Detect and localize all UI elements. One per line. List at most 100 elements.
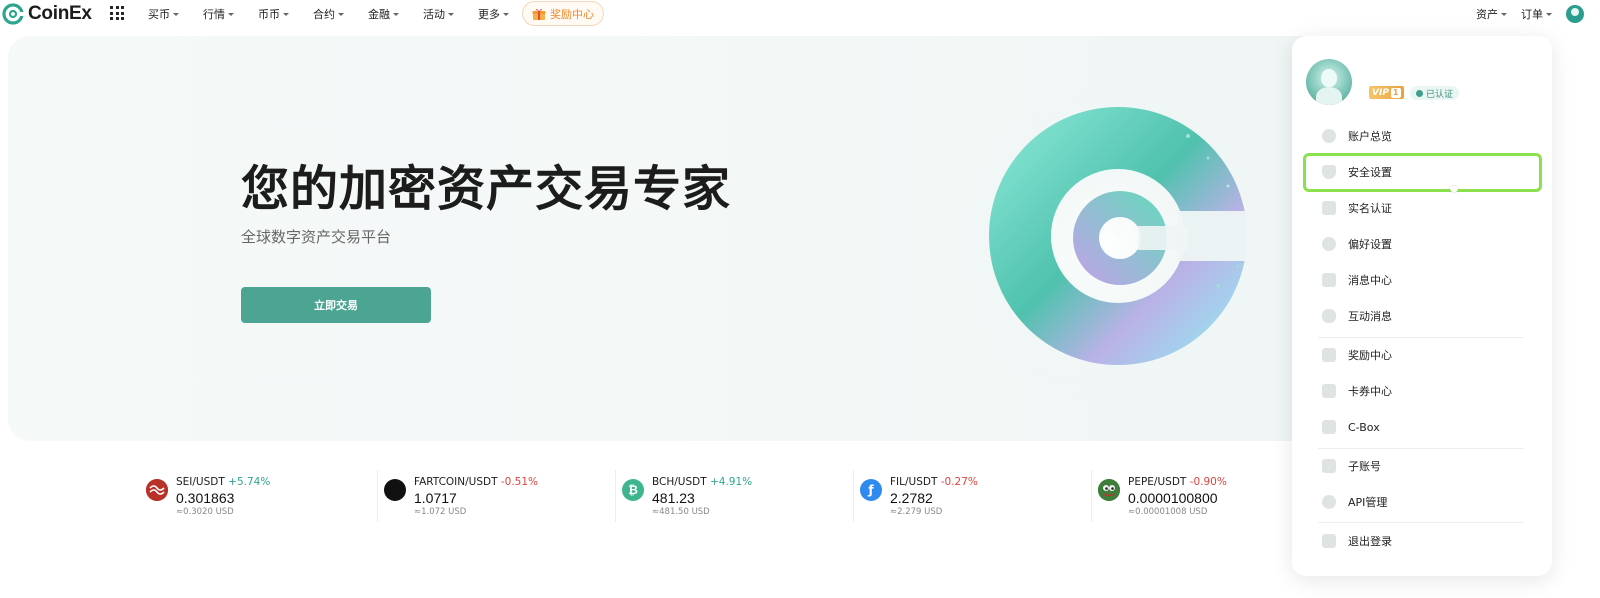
trade-now-button[interactable]: 立即交易 [241,287,431,323]
gift-icon [532,8,546,20]
ticker-item[interactable]: ƒ FIL/USDT -0.27% 2.2782 ≈2.279 USD [854,470,1092,522]
shield-icon [1322,165,1336,179]
menu-item-label: C-Box [1348,420,1380,434]
fartcoin-icon [384,479,406,501]
reward-center-button[interactable]: 奖励中心 [522,1,604,26]
vip-label: VIP [1372,87,1389,98]
sub-account-icon [1322,459,1336,473]
chevron-down-icon [393,13,399,16]
menu-item-api-management[interactable]: API管理 [1308,487,1538,517]
nav-label: 行情 [203,8,225,21]
coinex-logo-icon [2,3,24,25]
nav-label: 更多 [478,8,500,21]
menu-item-sub-account[interactable]: 子账号 [1308,451,1538,481]
menu-item-label: 消息中心 [1348,274,1392,287]
ticker-usd: ≈1.072 USD [414,507,467,517]
menu-item-reward-center[interactable]: 奖励中心 [1308,340,1538,370]
market-ticker-strip: SEI/USDT +5.74% 0.301863 ≈0.3020 USD FAR… [140,470,1330,522]
menu-item-label: 奖励中心 [1348,349,1392,362]
chevron-down-icon [228,13,234,16]
menu-item-interactive-messages[interactable]: 互动消息 [1308,301,1538,331]
brand-name: CoinEx [28,3,92,24]
menu-item-label: 退出登录 [1348,535,1392,548]
nav-spot[interactable]: 币币 [258,6,289,22]
verified-badge: 已认证 [1410,86,1460,100]
ticker-item[interactable]: ₿ BCH/USDT +4.91% 481.23 ≈481.50 USD [616,470,854,522]
ticker-usd: ≈481.50 USD [652,507,710,517]
ticker-usd: ≈2.279 USD [890,507,943,517]
nav-more[interactable]: 更多 [478,6,509,22]
box-icon [1322,420,1336,434]
menu-item-account-overview[interactable]: 账户总览 [1308,121,1538,151]
gift-icon [1322,348,1336,362]
menu-item-label: 账户总览 [1348,130,1392,143]
chevron-down-icon [503,13,509,16]
nav-label: 资产 [1476,8,1498,21]
menu-item-message-center[interactable]: 消息中心 [1308,265,1538,295]
menu-divider [1318,448,1524,449]
ticker-pair: BCH/USDT +4.91% [652,476,753,488]
vip-badge: VIP 1 [1369,86,1404,99]
settings-icon [1322,237,1336,251]
menu-item-identity-verification[interactable]: 实名认证 [1308,193,1538,223]
ticker-change: -0.51% [500,476,539,488]
ticker-change: -0.90% [1189,476,1227,488]
chevron-down-icon [338,13,344,16]
pepe-icon [1098,479,1120,501]
ticker-price: 0.0000100800 [1128,490,1218,506]
pie-chart-icon [1322,129,1336,143]
verified-check-icon [1416,89,1423,97]
chat-icon [1322,309,1336,323]
hero-subtitle: 全球数字资产交易平台 [241,228,392,246]
ticker-price: 2.2782 [890,490,933,506]
nav-markets[interactable]: 行情 [203,6,234,22]
nav-orders[interactable]: 订单 [1521,6,1552,22]
ticker-item[interactable]: FARTCOIN/USDT -0.51% 1.0717 ≈1.072 USD [378,470,616,522]
api-icon [1322,495,1336,509]
mouse-cursor [1450,186,1458,192]
verified-label: 已认证 [1426,89,1454,100]
nav-label: 币币 [258,8,280,21]
account-avatar [1306,59,1352,105]
nav-activities[interactable]: 活动 [423,6,454,22]
user-avatar[interactable] [1566,5,1584,23]
ticker-pair: PEPE/USDT -0.90% [1128,476,1227,488]
menu-item-label: 偏好设置 [1348,238,1392,251]
nav-assets[interactable]: 资产 [1476,6,1507,22]
hero-title: 您的加密资产交易专家 [241,161,732,217]
ticker-pair: SEI/USDT +5.74% [176,476,271,488]
apps-grid-icon[interactable] [110,6,124,20]
nav-label: 合约 [313,8,335,21]
menu-item-logout[interactable]: 退出登录 [1308,526,1538,556]
nav-label: 金融 [368,8,390,21]
ticker-change: -0.27% [940,476,978,488]
menu-item-label: 安全设置 [1348,166,1392,179]
menu-item-preferences[interactable]: 偏好设置 [1308,229,1538,259]
menu-item-coupon-center[interactable]: 卡券中心 [1308,376,1538,406]
nav-buy-crypto[interactable]: 买币 [148,6,179,22]
hero-banner: 您的加密资产交易专家 全球数字资产交易平台 立即交易 [8,36,1388,441]
nav-label: 活动 [423,8,445,21]
nav-finance[interactable]: 金融 [368,6,399,22]
chevron-down-icon [1546,13,1552,16]
coinex-logo[interactable]: CoinEx [2,3,92,25]
vip-level: 1 [1390,87,1401,98]
ticker-item[interactable]: SEI/USDT +5.74% 0.301863 ≈0.3020 USD [140,470,378,522]
ticker-change: +5.74% [228,476,271,488]
menu-item-label: 子账号 [1348,460,1381,473]
chevron-down-icon [1501,13,1507,16]
nav-right: 资产 订单 [1476,0,1600,28]
menu-item-c-box[interactable]: C-Box [1308,412,1538,442]
menu-item-security-settings[interactable]: 安全设置 [1308,157,1538,187]
ticker-usd: ≈0.00001008 USD [1128,507,1208,517]
account-dropdown-menu: VIP1 已认证 账户总览 安全设置 实名认证 偏好设置 消息中心 互动消息 [1292,36,1552,576]
sei-icon [146,479,168,501]
ticker-price: 0.301863 [176,490,235,506]
coupon-icon [1322,384,1336,398]
coinex-3d-logo-illustration [948,86,1268,406]
reward-center-label: 奖励中心 [550,7,594,21]
ticker-usd: ≈0.3020 USD [176,507,234,517]
nav-futures[interactable]: 合约 [313,6,344,22]
bch-icon: ₿ [622,479,644,501]
chevron-down-icon [283,13,289,16]
